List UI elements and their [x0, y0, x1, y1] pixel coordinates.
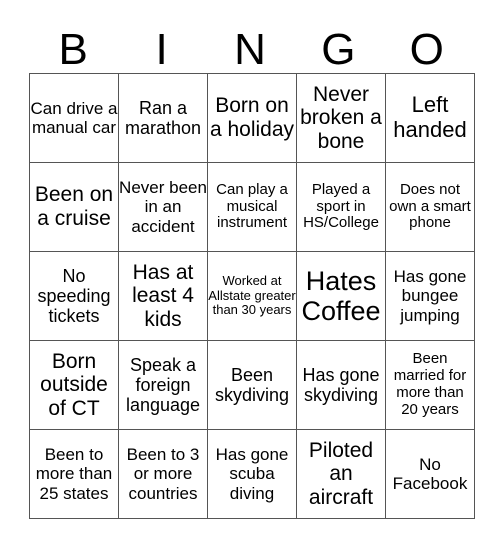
bingo-row: Born outside of CT Speak a foreign langu… — [29, 340, 475, 430]
bingo-cell[interactable]: Been on a cruise — [29, 162, 119, 252]
bingo-cell[interactable]: Does not own a smart phone — [385, 162, 475, 252]
bingo-cell[interactable]: Worked at Allstate greater than 30 years — [207, 251, 297, 341]
header-letter-g: G — [321, 25, 356, 74]
bingo-cell[interactable]: Has gone bungee jumping — [385, 251, 475, 341]
header-letter-o: O — [409, 25, 444, 74]
bingo-row: No speeding tickets Has at least 4 kids … — [29, 251, 475, 341]
bingo-row: Been on a cruise Never been in an accide… — [29, 162, 475, 252]
header-letter-n: N — [234, 25, 266, 74]
bingo-cell[interactable]: Never been in an accident — [118, 162, 208, 252]
bingo-cell[interactable]: Hates Coffee — [296, 251, 386, 341]
bingo-cell[interactable]: Been to more than 25 states — [29, 429, 119, 519]
bingo-cell[interactable]: Can play a musical instrument — [207, 162, 297, 252]
bingo-cell[interactable]: Been to 3 or more countries — [118, 429, 208, 519]
bingo-header: B I N G O — [29, 26, 471, 74]
bingo-cell[interactable]: Has gone scuba diving — [207, 429, 297, 519]
bingo-cell[interactable]: Never broken a bone — [296, 73, 386, 163]
bingo-cell[interactable]: Has gone skydiving — [296, 340, 386, 430]
bingo-cell[interactable]: Ran a marathon — [118, 73, 208, 163]
bingo-cell[interactable]: No speeding tickets — [29, 251, 119, 341]
bingo-row: Can drive a manual car Ran a marathon Bo… — [29, 73, 475, 163]
bingo-cell[interactable]: Been married for more than 20 years — [385, 340, 475, 430]
bingo-cell[interactable]: Has at least 4 kids — [118, 251, 208, 341]
bingo-cell[interactable]: Left handed — [385, 73, 475, 163]
bingo-cell[interactable]: No Facebook — [385, 429, 475, 519]
bingo-cell[interactable]: Born on a holiday — [207, 73, 297, 163]
bingo-cell[interactable]: Born outside of CT — [29, 340, 119, 430]
bingo-cell[interactable]: Can drive a manual car — [29, 73, 119, 163]
bingo-cell[interactable]: Speak a foreign language — [118, 340, 208, 430]
bingo-card-grid: Can drive a manual car Ran a marathon Bo… — [29, 73, 475, 519]
bingo-cell[interactable]: Piloted an aircraft — [296, 429, 386, 519]
header-letter-b: B — [58, 25, 88, 74]
bingo-cell[interactable]: Played a sport in HS/College — [296, 162, 386, 252]
header-letter-i: I — [155, 25, 168, 74]
bingo-row: Been to more than 25 states Been to 3 or… — [29, 429, 475, 519]
bingo-cell[interactable]: Been skydiving — [207, 340, 297, 430]
